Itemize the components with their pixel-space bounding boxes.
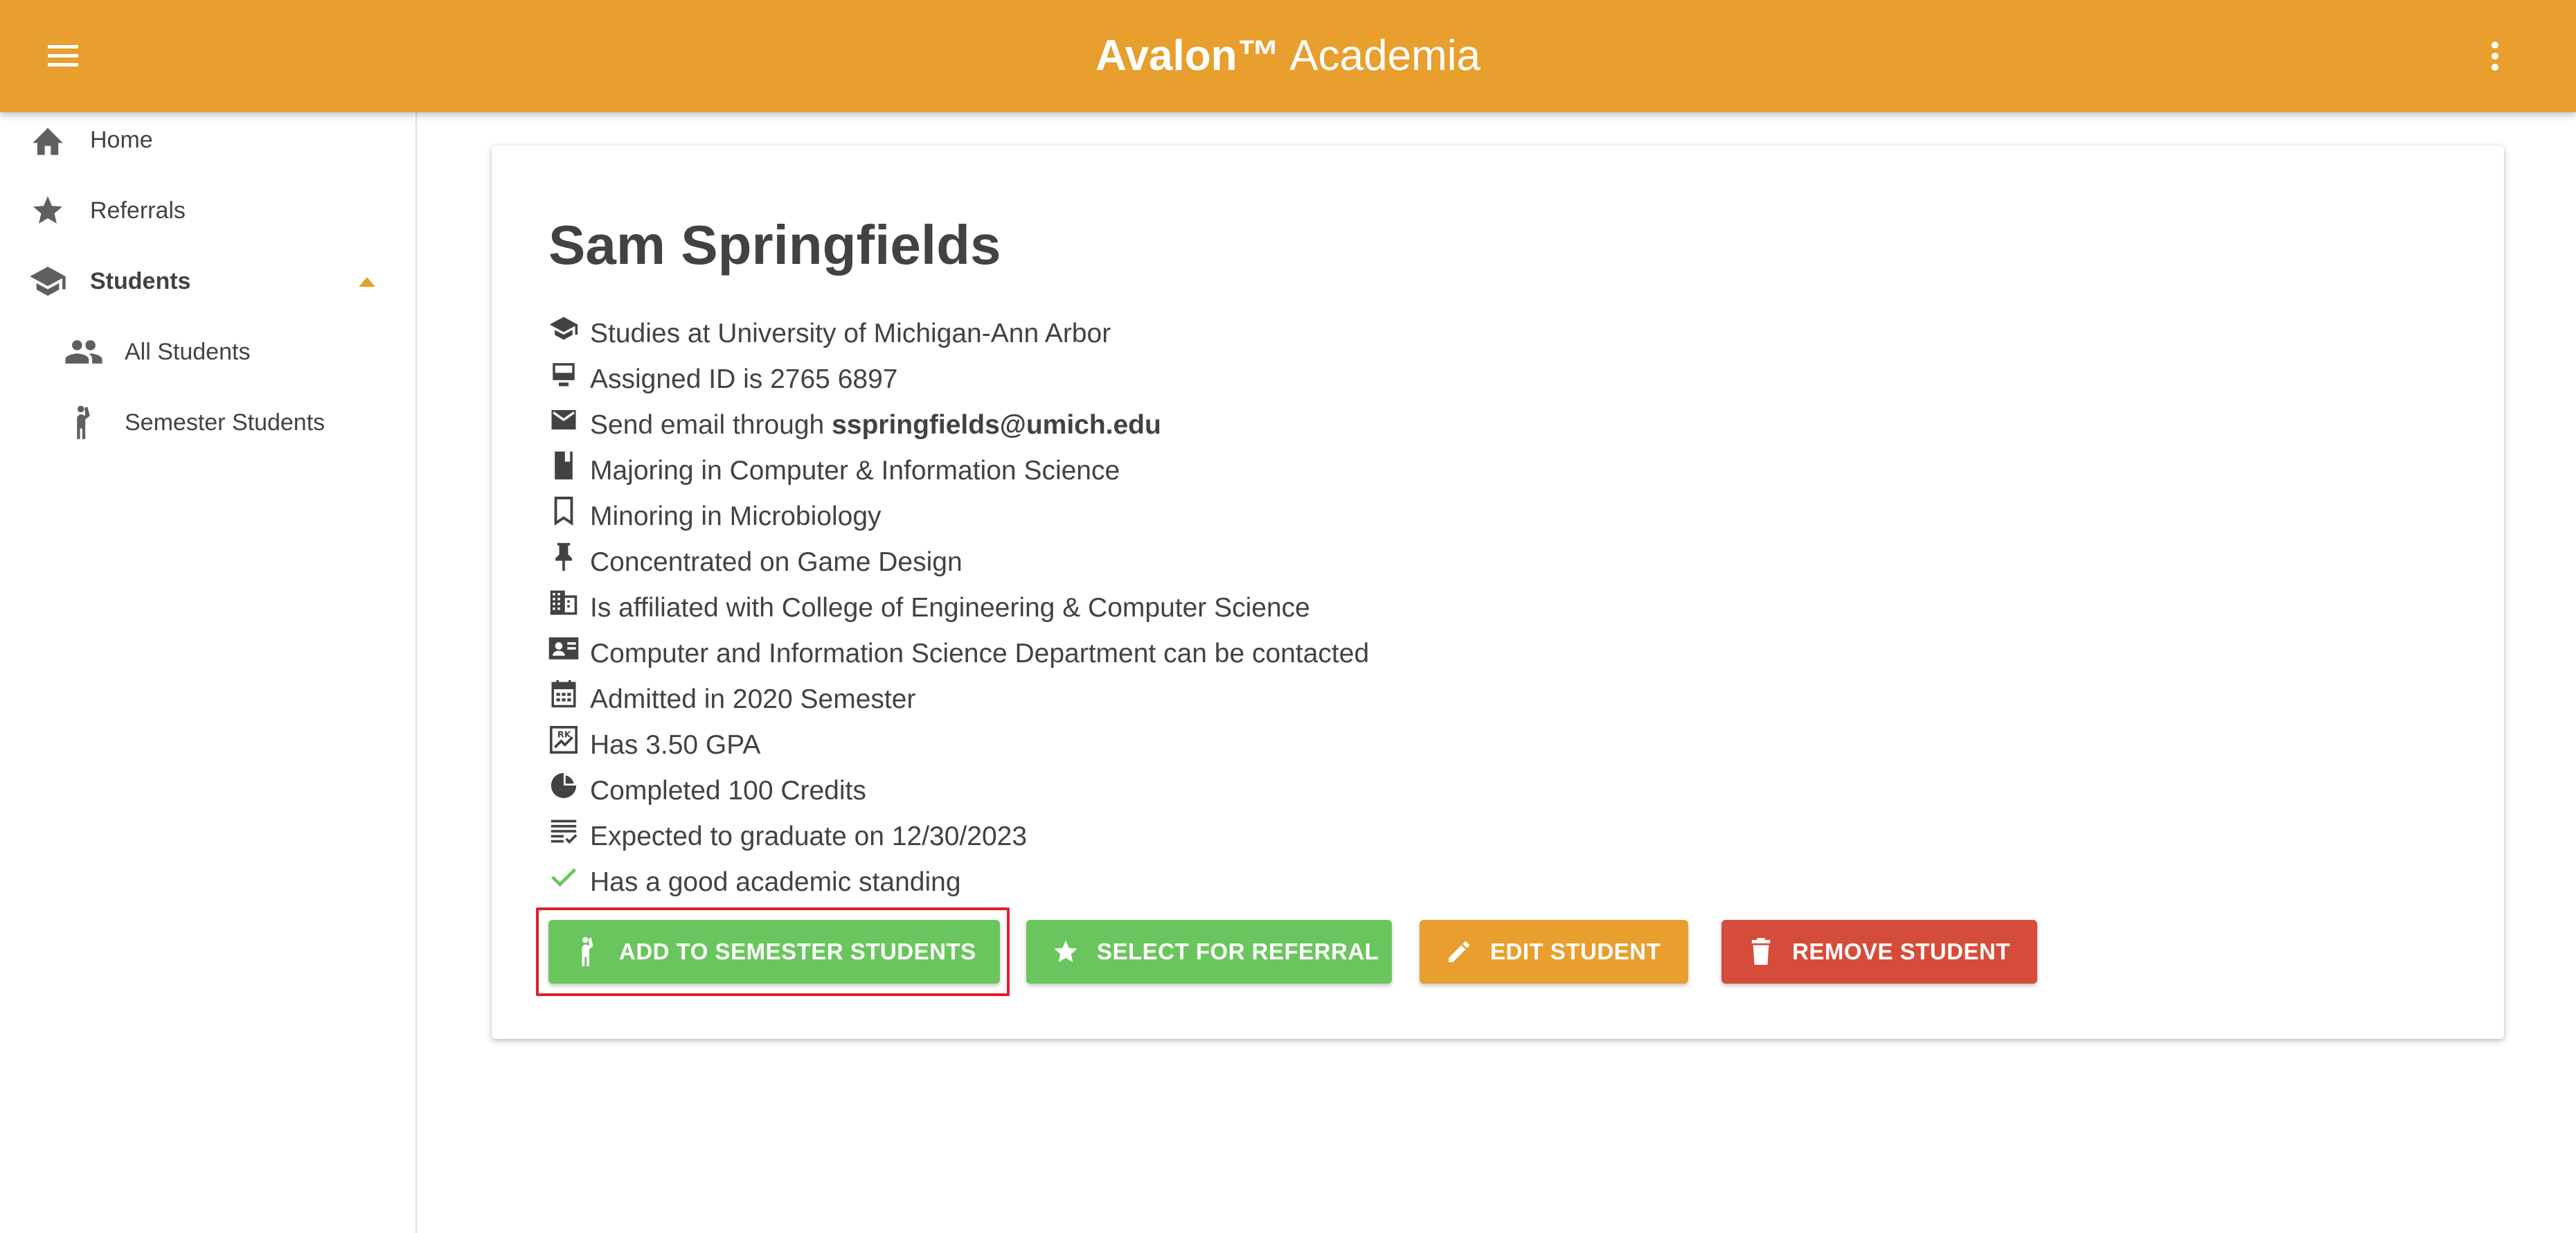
- sidebar-item-referrals[interactable]: Referrals: [0, 177, 415, 244]
- email-prefix: Send email through: [590, 410, 832, 440]
- pin-icon: [547, 540, 580, 574]
- badge-icon: [547, 357, 580, 391]
- select-for-referral-button[interactable]: SELECT FOR REFERRAL: [1026, 920, 1392, 984]
- detail-credits: Completed 100 Credits: [547, 770, 866, 812]
- detail-department: Computer and Information Science Departm…: [547, 633, 1369, 675]
- detail-text: Majoring in Computer & Information Scien…: [590, 456, 1120, 486]
- student-name: Sam Springfields: [548, 214, 1001, 276]
- detail-text: Minoring in Microbiology: [590, 502, 882, 531]
- sidebar-item-all-students[interactable]: All Students: [0, 319, 415, 385]
- more-options-button[interactable]: [2476, 35, 2514, 78]
- star-icon: [1050, 936, 1082, 968]
- detail-admitted: Admitted in 2020 Semester: [547, 679, 915, 720]
- hail-icon: [572, 936, 604, 968]
- detail-text: Admitted in 2020 Semester: [590, 684, 916, 714]
- detail-text: Expected to graduate on 12/30/2023: [590, 822, 1028, 851]
- button-label: SELECT FOR REFERRAL: [1097, 939, 1379, 964]
- sidebar-item-label: Home: [90, 126, 153, 153]
- detail-concentration: Concentrated on Game Design: [547, 542, 963, 583]
- school-icon: [547, 312, 580, 345]
- grade-chart-icon: RK: [547, 723, 580, 756]
- detail-text: Computer and Information Science Departm…: [590, 639, 1370, 668]
- detail-graduation: Expected to graduate on 12/30/2023: [547, 816, 1027, 858]
- sidebar: Home Referrals Students All Students Sem…: [0, 112, 417, 1233]
- trash-icon: [1745, 936, 1777, 968]
- sidebar-item-label: Referrals: [90, 197, 186, 224]
- remove-student-button[interactable]: REMOVE STUDENT: [1721, 920, 2037, 984]
- detail-college: Is affiliated with College of Engineerin…: [547, 587, 1310, 629]
- detail-text: Send email through sspringfields@umich.e…: [590, 410, 1161, 441]
- detail-email: Send email through sspringfields@umich.e…: [547, 405, 1161, 446]
- svg-text:RK: RK: [557, 729, 572, 739]
- detail-gpa: RK Has 3.50 GPA: [547, 725, 760, 766]
- domain-icon: [547, 586, 580, 619]
- sidebar-item-students[interactable]: Students: [0, 248, 415, 314]
- detail-standing: Has a good academic standing: [547, 862, 961, 903]
- brand-rest: Academia: [1289, 32, 1481, 80]
- button-label: EDIT STUDENT: [1490, 939, 1661, 964]
- app-title: Avalon™ Academia: [0, 29, 2576, 83]
- more-vert-icon: [2492, 42, 2498, 71]
- detail-text: Has 3.50 GPA: [590, 730, 761, 760]
- main-content: Sam Springfields Studies at University o…: [417, 112, 2576, 1233]
- detail-minor: Minoring in Microbiology: [547, 496, 882, 538]
- detail-text: Concentrated on Game Design: [590, 547, 963, 577]
- detail-major: Majoring in Computer & Information Scien…: [547, 450, 1120, 492]
- calendar-icon: [547, 677, 580, 711]
- detail-text: Assigned ID is 2765 6897: [590, 364, 898, 394]
- button-label: ADD TO SEMESTER STUDENTS: [619, 939, 976, 964]
- detail-text: Completed 100 Credits: [590, 776, 866, 806]
- sidebar-item-label: Students: [90, 267, 191, 294]
- sidebar-item-home[interactable]: Home: [0, 107, 415, 173]
- sidebar-item-label: Semester Students: [125, 409, 325, 436]
- edit-student-button[interactable]: EDIT STUDENT: [1420, 920, 1688, 984]
- book-icon: [547, 449, 580, 482]
- checklist-icon: [547, 815, 580, 848]
- button-label: REMOVE STUDENT: [1792, 939, 2011, 964]
- bookmark-icon: [547, 495, 580, 528]
- detail-university: Studies at University of Michigan-Ann Ar…: [547, 313, 1111, 355]
- detail-text: Studies at University of Michigan-Ann Ar…: [590, 319, 1111, 348]
- home-icon: [28, 120, 68, 160]
- check-icon: [547, 860, 580, 894]
- detail-text: Is affiliated with College of Engineerin…: [590, 593, 1310, 623]
- people-icon: [64, 332, 104, 372]
- add-to-semester-students-button[interactable]: ADD TO SEMESTER STUDENTS: [548, 920, 1000, 984]
- email-link[interactable]: sspringfields@umich.edu: [832, 410, 1161, 440]
- detail-text: Has a good academic standing: [590, 867, 961, 897]
- email-icon: [547, 403, 580, 436]
- pie-chart-icon: [547, 769, 580, 802]
- hail-icon: [64, 402, 104, 443]
- caret-up-icon: [359, 277, 375, 287]
- app-bar: Avalon™ Academia: [0, 0, 2576, 112]
- sidebar-item-semester-students[interactable]: Semester Students: [0, 389, 415, 456]
- contact-mail-icon: [547, 632, 580, 665]
- star-icon: [28, 190, 68, 231]
- detail-id: Assigned ID is 2765 6897: [547, 359, 897, 400]
- pencil-icon: [1443, 936, 1475, 968]
- sidebar-item-label: All Students: [125, 338, 251, 365]
- school-icon: [28, 261, 68, 301]
- student-card: Sam Springfields Studies at University o…: [492, 145, 2504, 1039]
- brand-bold: Avalon™: [1095, 32, 1280, 80]
